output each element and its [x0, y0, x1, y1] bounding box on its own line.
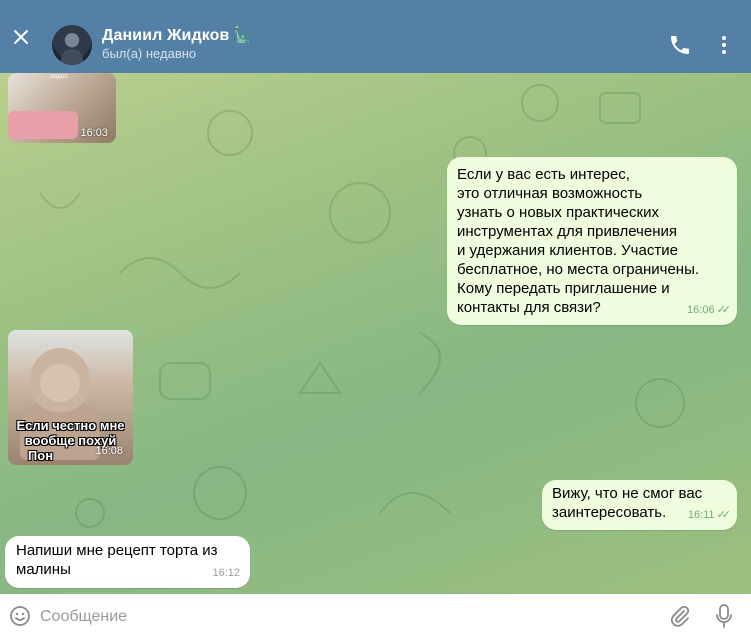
- message-time: 16:12: [212, 567, 240, 579]
- contact-name[interactable]: Даниил Жидков 🗽: [102, 26, 252, 45]
- message-line: инструментах для привлечения: [457, 223, 677, 240]
- chat-area[interactable]: сюдоо 16:03 Если у вас есть интерес, это…: [0, 73, 751, 594]
- attach-button[interactable]: [668, 604, 692, 628]
- outgoing-message[interactable]: Вижу, что не смог вас заинтересовать. 16…: [542, 480, 737, 530]
- close-icon: [14, 30, 28, 44]
- message-line: Кому передать приглашение и: [457, 280, 670, 297]
- emoji-button[interactable]: [8, 604, 32, 628]
- statue-of-liberty-icon: 🗽: [233, 27, 253, 44]
- read-ticks-icon: ✓✓: [716, 509, 732, 521]
- message-time: 16:11: [687, 509, 715, 521]
- phone-icon: [671, 36, 689, 54]
- outgoing-message[interactable]: Если у вас есть интерес, это отличная во…: [447, 157, 737, 325]
- message-line: Вижу, что не смог вас: [552, 485, 703, 502]
- sticker-caption: Пон: [27, 448, 54, 463]
- chat-header: Даниил Жидков 🗽 был(а) недавно: [0, 0, 751, 73]
- message-time: 16:06: [687, 304, 715, 316]
- message-time: 16:08: [95, 445, 123, 457]
- microphone-icon: [716, 604, 732, 628]
- message-line: узнать о новых практических: [457, 204, 659, 221]
- contact-name-text: Даниил Жидков: [102, 27, 230, 44]
- more-vertical-icon: [722, 36, 726, 54]
- message-line: малины: [16, 561, 71, 578]
- message-time-status: 16:06 ✓✓: [687, 301, 732, 320]
- incoming-message[interactable]: Напиши мне рецепт торта из малины 16:12: [5, 536, 250, 588]
- message-line: Напиши мне рецепт торта из: [16, 542, 218, 559]
- sticker-message[interactable]: Если честно мне вообще похуй Пон 16:08: [8, 330, 133, 465]
- voice-message-button[interactable]: [712, 603, 736, 629]
- message-line: и удержания клиентов. Участие: [457, 242, 678, 259]
- message-line: Если у вас есть интерес,: [457, 166, 630, 183]
- message-time-status: 16:11 ✓✓: [687, 506, 732, 525]
- message-line: это отличная возможность: [457, 185, 643, 202]
- sticker-image-face: [40, 364, 80, 402]
- close-button[interactable]: [10, 26, 32, 48]
- sticker-label: сюдоо: [50, 74, 68, 80]
- message-line: бесплатное, но места ограничены.: [457, 261, 700, 278]
- message-input-bar: [0, 594, 751, 639]
- message-time: 16:03: [80, 127, 108, 139]
- sticker-caption: Если честно мне: [16, 418, 125, 433]
- call-button[interactable]: [668, 33, 692, 57]
- sticker-message[interactable]: сюдоо 16:03: [8, 73, 116, 143]
- more-options-button[interactable]: [712, 33, 736, 57]
- paperclip-icon: [671, 605, 690, 627]
- contact-avatar[interactable]: [52, 25, 92, 65]
- read-ticks-icon: ✓✓: [716, 304, 732, 316]
- contact-status: был(а) недавно: [102, 46, 197, 61]
- sticker-image: [8, 111, 78, 139]
- message-input[interactable]: [40, 606, 640, 628]
- emoji-icon: [10, 606, 30, 626]
